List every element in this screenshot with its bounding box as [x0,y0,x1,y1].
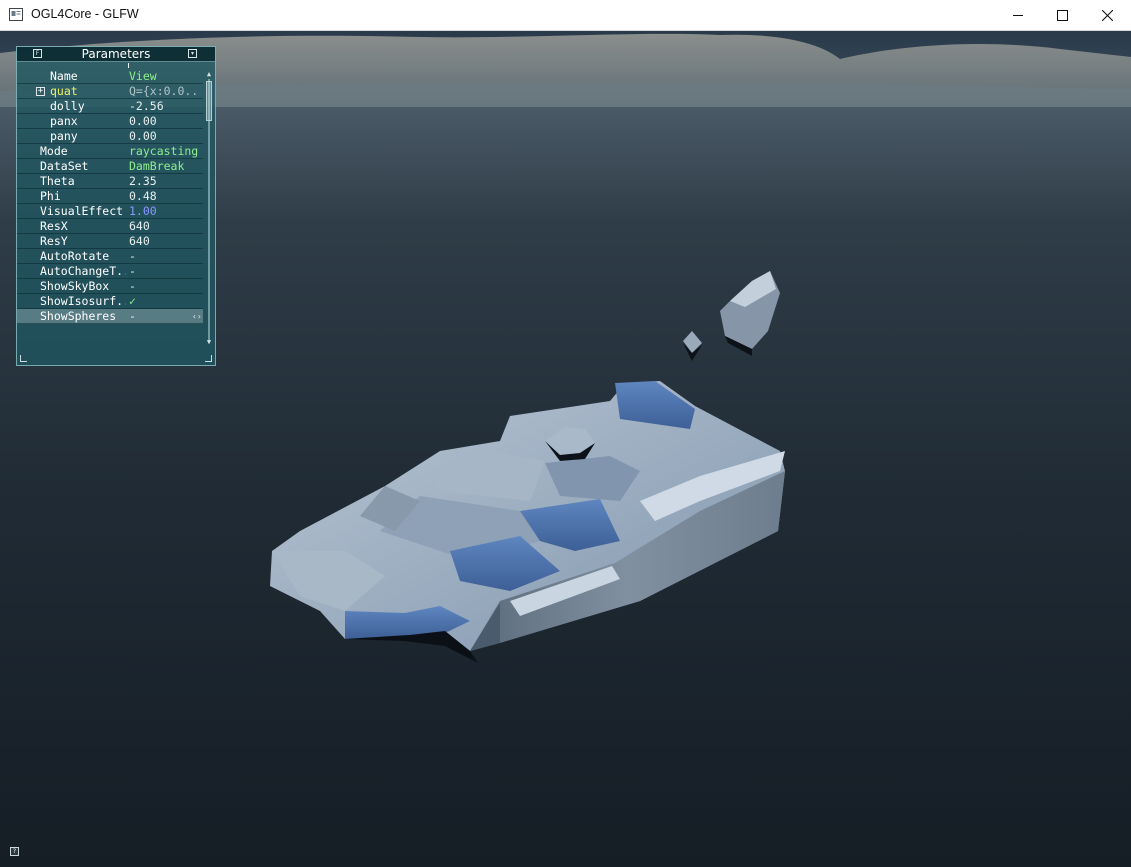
expand-plus-icon[interactable]: + [36,87,45,96]
parameter-value[interactable]: ✓ [129,294,201,309]
parameter-row[interactable]: AutoRotate - [17,249,203,264]
parameter-value[interactable]: 0.48 [129,189,201,204]
scroll-up-icon[interactable]: ▲ [206,71,212,78]
parameter-label: ShowSkyBox [40,279,110,293]
panel-iconify-button[interactable]: ▾ [188,49,197,58]
close-icon [1101,10,1113,21]
maximize-icon [1056,10,1068,21]
parameter-label: Mode [40,144,68,158]
parameter-row[interactable]: Theta 2.35 [17,174,203,189]
parameter-value[interactable]: 1.00 [129,204,201,219]
parameter-value[interactable]: -2.56 [129,99,201,114]
parameter-label: ResY [40,234,68,248]
parameter-value[interactable]: DamBreak [129,159,201,174]
parameter-value[interactable]: 640 [129,219,201,234]
panel-fold-button[interactable]: F [33,49,42,58]
parameter-label: Name [50,69,78,83]
parameter-label: pany [50,129,78,143]
parameter-value[interactable]: raycasting [129,144,201,159]
parameter-value[interactable]: - [129,279,201,294]
parameter-value[interactable]: View [129,69,201,84]
panel-scrollbar[interactable]: ▲ ▼ [206,71,212,349]
parameter-row[interactable]: ShowIsosurf.. ✓ [17,294,203,309]
parameter-value[interactable]: 0.00 [129,114,201,129]
close-button[interactable] [1084,0,1130,31]
value-arrows-icon[interactable]: ‹› [192,309,202,324]
panel-resize-corner-right[interactable] [205,355,212,362]
window-title: OGL4Core - GLFW [31,7,139,21]
panel-titlebar[interactable]: Parameters F ▾ [17,47,215,62]
panel-title: Parameters [81,47,151,61]
parameter-row[interactable]: ResX 640 [17,219,203,234]
parameter-value[interactable]: 640 [129,234,201,249]
parameter-row[interactable]: + quat Q={x:0.0.. [17,84,203,99]
parameter-value[interactable]: - [129,264,201,279]
parameter-label: DataSet [40,159,89,173]
parameter-row[interactable]: dolly -2.56 [17,99,203,114]
minimize-button[interactable] [995,0,1041,31]
parameter-label: dolly [50,99,85,113]
scroll-thumb[interactable] [206,81,212,121]
parameter-value[interactable]: 2.35 [129,174,201,189]
parameters-panel[interactable]: Parameters F ▾ Name View + quat Q={x:0.0.. do… [16,46,216,366]
parameter-value[interactable]: 0.00 [129,129,201,144]
parameter-row[interactable]: DataSet DamBreak [17,159,203,174]
scroll-down-icon[interactable]: ▼ [206,339,212,346]
parameter-label: AutoRotate [40,249,110,263]
panel-resize-mark[interactable] [128,63,129,68]
parameter-row[interactable]: pany 0.00 [17,129,203,144]
parameter-row[interactable]: panx 0.00 [17,114,203,129]
help-icon[interactable]: ? [10,847,19,856]
parameter-label: VisualEffect [40,204,124,218]
parameter-label: ShowSpheres [40,309,117,323]
parameter-row[interactable]: ResY 640 [17,234,203,249]
parameter-label: Theta [40,174,75,188]
parameter-label: ResX [40,219,68,233]
parameter-label: ShowIsosurf.. [40,294,126,308]
parameter-value[interactable]: - [129,309,201,324]
parameter-value[interactable]: Q={x:0.0.. [129,84,201,99]
parameter-row[interactable]: Phi 0.48 [17,189,203,204]
panel-resize-corner-left[interactable] [20,355,27,362]
parameters-list: Name View + quat Q={x:0.0.. dolly -2.56 panx 0.0… [17,69,203,324]
parameter-row[interactable]: Name View [17,69,203,84]
parameter-label: panx [50,114,78,128]
window-titlebar: OGL4Core - GLFW [0,0,1131,31]
minimize-icon [1012,15,1023,16]
parameter-label: Phi [40,189,61,203]
parameter-label: quat [50,84,78,98]
parameter-value[interactable]: - [129,249,201,264]
parameter-row[interactable]: Mode raycasting [17,144,203,159]
app-icon [9,8,23,21]
parameter-row[interactable]: AutoChangeT.. - [17,264,203,279]
maximize-button[interactable] [1039,0,1085,31]
parameter-row[interactable]: ShowSkyBox - [17,279,203,294]
parameter-label: AutoChangeT.. [40,264,126,278]
parameter-row[interactable]: ShowSpheres - ‹› [17,309,203,324]
parameter-row[interactable]: VisualEffect 1.00 [17,204,203,219]
